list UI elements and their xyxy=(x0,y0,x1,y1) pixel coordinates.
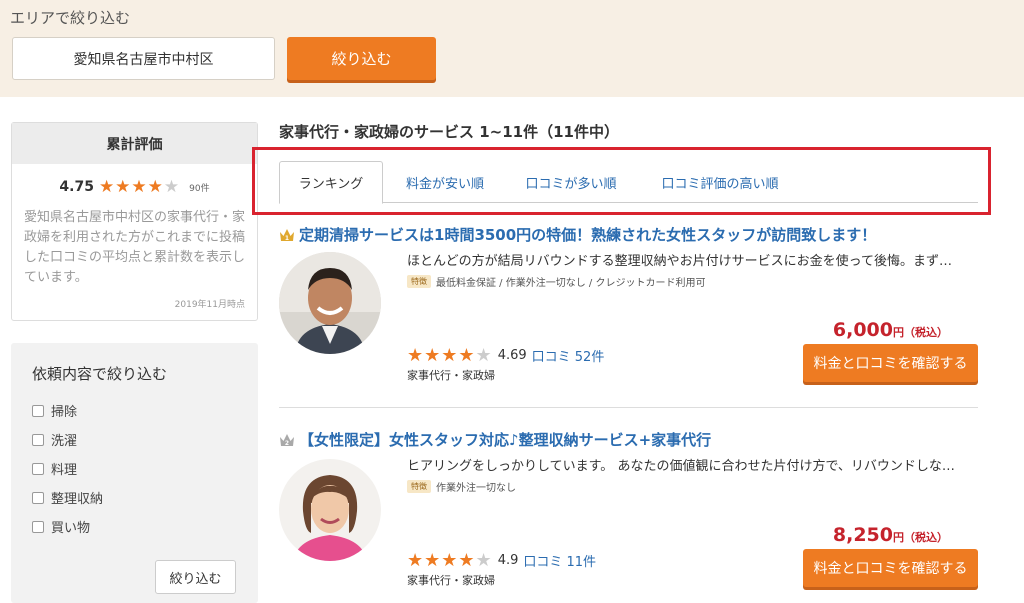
listing-item: 2 【女性限定】女性スタッフ対応♪整理収納サービス+家事代行 ヒアリングをしっか… xyxy=(279,429,978,599)
checkbox-cleaning[interactable]: 掃除 xyxy=(32,401,77,420)
star-rating: ★★★★★ xyxy=(407,345,493,366)
checkbox-icon[interactable] xyxy=(32,433,44,446)
summary-header: 累計評価 xyxy=(12,123,257,164)
listing-divider xyxy=(279,407,978,408)
staff-avatar xyxy=(279,252,381,354)
staff-avatar xyxy=(279,459,381,561)
rating-score: 4.69 xyxy=(497,348,527,363)
checkbox-label: 料理 xyxy=(51,463,78,478)
checkbox-icon[interactable] xyxy=(32,491,44,504)
area-filter-button[interactable]: 絞り込む xyxy=(287,37,436,80)
listing-description: ヒアリングをしっかりしています。 あなたの価値観に合わせた片付け方で、リバウンド… xyxy=(407,459,955,474)
listing-rating: ★★★★★ 4.69 口コミ 52件 xyxy=(407,345,604,366)
request-filter-button[interactable]: 絞り込む xyxy=(155,560,236,594)
price-value: 6,000 xyxy=(832,319,893,341)
listing-description: ほとんどの方が結局リバウンドする整理収納やお片付けサービスにお金を使って後悔。ま… xyxy=(407,254,952,269)
request-filter-title: 依頼内容で絞り込む xyxy=(32,365,168,383)
reviews-link[interactable]: 口コミ 52件 xyxy=(532,346,605,365)
area-filter-title: エリアで絞り込む xyxy=(10,9,131,27)
checkbox-icon[interactable] xyxy=(32,462,44,475)
reviews-link[interactable]: 口コミ 11件 xyxy=(523,551,596,570)
checkbox-label: 買い物 xyxy=(51,521,91,536)
summary-review-count: 90件 xyxy=(189,183,210,194)
summary-star-rating: ★★★★★ xyxy=(98,177,181,197)
tab-top-rated[interactable]: 口コミ評価の高い順 xyxy=(645,161,795,203)
check-price-reviews-button[interactable]: 料金と口コミを確認する xyxy=(803,344,978,382)
tab-most-reviews[interactable]: 口コミが多い順 xyxy=(513,161,629,203)
checkbox-laundry[interactable]: 洗濯 xyxy=(32,430,77,449)
feature-list: 最低料金保証 / 作業外注一切なし / クレジットカード利用可 xyxy=(436,278,706,289)
checkbox-icon[interactable] xyxy=(32,520,44,533)
listing-features: 特徴 作業外注一切なし xyxy=(407,479,516,494)
listing-category: 家事代行・家政婦 xyxy=(407,574,495,587)
rating-score: 4.9 xyxy=(497,553,519,568)
check-price-reviews-button[interactable]: 料金と口コミを確認する xyxy=(803,549,978,587)
listing-item: 1 定期清掃サービスは1時間3500円の特価！熟練された女性スタッフが訪問致しま… xyxy=(279,224,978,394)
summary-score-row: 4.75 ★★★★★ 90件 xyxy=(12,177,257,197)
rank-number: 1 xyxy=(285,235,289,242)
price-unit: 円（税込） xyxy=(893,326,948,339)
checkbox-label: 洗濯 xyxy=(51,434,78,449)
area-input[interactable]: 愛知県名古屋市中村区 xyxy=(12,37,275,80)
silver-crown-icon: 2 xyxy=(280,433,294,447)
listing-title[interactable]: 定期清掃サービスは1時間3500円の特価！熟練された女性スタッフが訪問致します！ xyxy=(299,224,876,245)
checkbox-icon[interactable] xyxy=(32,404,44,417)
checkbox-cooking[interactable]: 料理 xyxy=(32,459,77,478)
feature-badge: 特徴 xyxy=(407,480,431,493)
sort-tabs: ランキング 料金が安い順 口コミが多い順 口コミ評価の高い順 xyxy=(279,161,978,204)
checkbox-organizing[interactable]: 整理収納 xyxy=(32,488,103,507)
listing-category: 家事代行・家政婦 xyxy=(407,369,495,382)
checkbox-label: 整理収納 xyxy=(51,492,104,507)
star-rating: ★★★★★ xyxy=(407,550,493,571)
tab-price-low[interactable]: 料金が安い順 xyxy=(389,161,501,203)
results-title: 家事代行・家政婦のサービス 1~11件（11件中） xyxy=(279,123,619,141)
checkbox-label: 掃除 xyxy=(51,405,78,420)
summary-score: 4.75 xyxy=(59,179,94,195)
checkbox-shopping[interactable]: 買い物 xyxy=(32,517,90,536)
listing-price: 8,250円（税込） xyxy=(833,524,948,546)
request-filter: 依頼内容で絞り込む 掃除 洗濯 料理 整理収納 買い物 絞り込む xyxy=(11,343,258,603)
feature-list: 作業外注一切なし xyxy=(436,483,516,494)
listing-features: 特徴 最低料金保証 / 作業外注一切なし / クレジットカード利用可 xyxy=(407,274,705,289)
summary-card: 累計評価 4.75 ★★★★★ 90件 愛知県名古屋市中村区の家事代行・家政婦を… xyxy=(11,122,258,321)
listing-title-row: 1 定期清掃サービスは1時間3500円の特価！熟練された女性スタッフが訪問致しま… xyxy=(279,224,876,245)
rank-number: 2 xyxy=(285,440,289,447)
price-value: 8,250 xyxy=(832,524,893,546)
listing-price: 6,000円（税込） xyxy=(833,319,948,341)
listing-rating: ★★★★★ 4.9 口コミ 11件 xyxy=(407,550,596,571)
listing-title[interactable]: 【女性限定】女性スタッフ対応♪整理収納サービス+家事代行 xyxy=(299,429,711,450)
gold-crown-icon: 1 xyxy=(280,228,294,242)
summary-description: 愛知県名古屋市中村区の家事代行・家政婦を利用された方がこれまでに投稿した口コミの… xyxy=(24,210,246,285)
area-filter-bar: エリアで絞り込む 愛知県名古屋市中村区 絞り込む xyxy=(0,0,1024,97)
summary-date: 2019年11月時点 xyxy=(174,300,245,310)
price-unit: 円（税込） xyxy=(893,531,948,544)
tab-ranking[interactable]: ランキング xyxy=(279,161,383,204)
listing-title-row: 2 【女性限定】女性スタッフ対応♪整理収納サービス+家事代行 xyxy=(279,429,711,450)
feature-badge: 特徴 xyxy=(407,275,431,288)
